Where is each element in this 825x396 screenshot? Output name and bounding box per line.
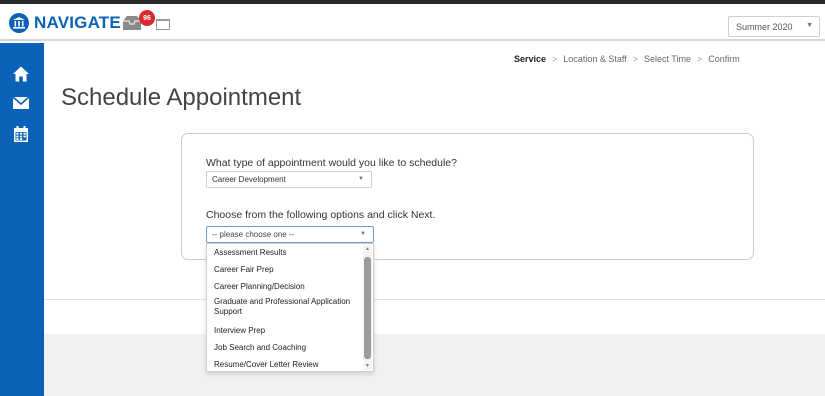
appointment-type-value: Career Development [212, 175, 286, 184]
options-question: Choose from the following options and cl… [206, 209, 436, 221]
sidebar [0, 43, 44, 396]
calendar-icon[interactable] [10, 123, 32, 145]
chevron-down-icon: ▼ [806, 22, 813, 29]
dropdown-option[interactable]: Interview Prep [214, 326, 354, 336]
step-separator: > [696, 54, 703, 64]
content-divider [44, 299, 825, 300]
home-icon[interactable] [10, 63, 32, 85]
term-select-value: Summer 2020 [736, 21, 793, 32]
step-service: Service [514, 54, 547, 64]
step-separator: > [552, 54, 558, 64]
step-separator: > [632, 54, 638, 64]
window-icon[interactable] [156, 19, 170, 30]
chevron-up-icon[interactable]: ▲ [365, 246, 370, 252]
institution-icon [9, 13, 29, 33]
step-breadcrumb: Service > Location & Staff > Select Time > Con… [514, 54, 740, 64]
service-option-dropdown: Assessment Results Career Fair Prep Care… [206, 243, 374, 372]
step-location-staff: Location & Staff [563, 54, 627, 64]
service-option-value: -- please choose one -- [212, 230, 295, 239]
appointment-type-question: What type of appointment would you like … [206, 157, 457, 169]
dropdown-option[interactable]: Graduate and Professional Application Su… [214, 297, 354, 317]
chevron-down-icon[interactable]: ▼ [365, 363, 370, 369]
app-name: NAVIGATE [34, 13, 121, 32]
dropdown-option[interactable]: Career Fair Prep [214, 265, 354, 275]
dropdown-option[interactable]: Career Planning/Decision [214, 282, 354, 292]
term-select[interactable]: Summer 2020 ▼ [728, 16, 820, 37]
dropdown-option[interactable]: Job Search and Coaching [214, 343, 354, 353]
page-title: Schedule Appointment [61, 84, 302, 111]
step-select-time: Select Time [643, 54, 691, 64]
notification-count-badge: 96 [139, 10, 155, 26]
chevron-down-icon: ▼ [358, 176, 364, 182]
navigate-logo[interactable]: NAVIGATE [9, 13, 121, 33]
mail-icon[interactable] [10, 92, 32, 114]
notifications-button[interactable]: 96 [121, 10, 155, 33]
footer-area [44, 334, 825, 396]
dropdown-scrollbar-thumb[interactable] [364, 257, 371, 359]
dropdown-option[interactable]: Assessment Results [214, 248, 354, 258]
appointment-type-select[interactable]: Career Development ▼ [206, 171, 372, 188]
service-option-select[interactable]: -- please choose one -- ▼ [206, 226, 374, 243]
top-header: NAVIGATE 96 Summer 2020 ▼ [0, 4, 825, 41]
dropdown-option[interactable]: Resume/Cover Letter Review [214, 360, 354, 370]
chevron-down-icon: ▼ [360, 231, 366, 237]
step-confirm: Confirm [708, 54, 740, 64]
